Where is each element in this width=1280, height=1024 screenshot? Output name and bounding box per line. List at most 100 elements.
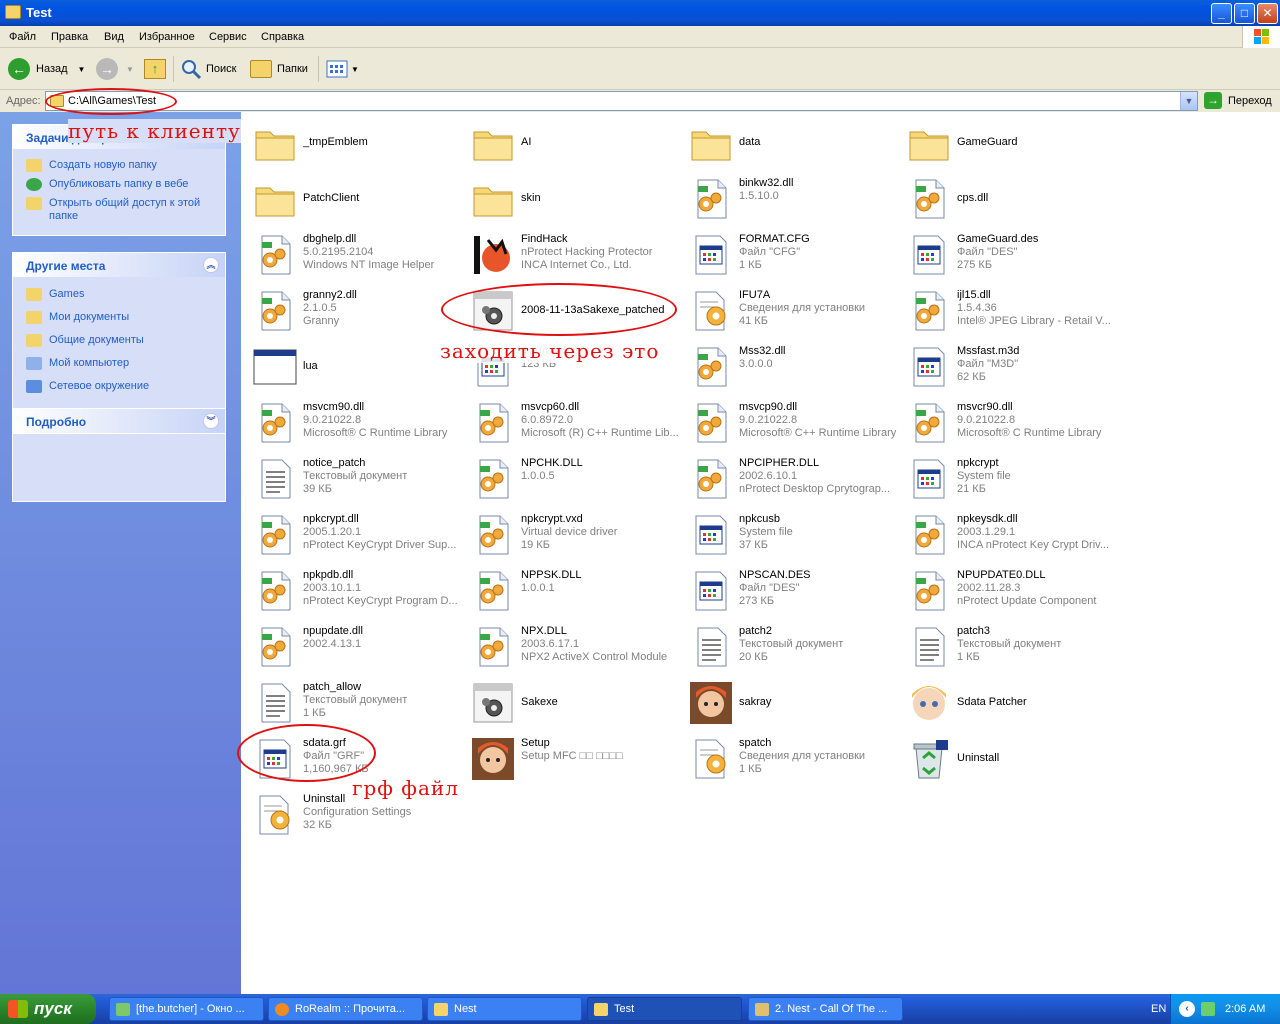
- taskbar-item[interactable]: 2. Nest - Call Of The ...: [748, 997, 903, 1021]
- file-item[interactable]: NPCHK.DLL 1.0.0.5: [464, 452, 682, 504]
- file-item[interactable]: msvcm90.dll 9.0.21022.8 Microsoft® C Runti…: [246, 396, 464, 448]
- file-item[interactable]: npupdate.dll 2002.4.13.1: [246, 620, 464, 672]
- file-item[interactable]: npkeysdk.dll 2003.1.29.1 INCA nProtect Key…: [900, 508, 1118, 560]
- file-item[interactable]: FindHack nProtect Hacking Protector INCA I…: [464, 228, 682, 280]
- menu-edit[interactable]: Правка: [51, 31, 88, 43]
- folders-button[interactable]: Папки: [250, 56, 308, 82]
- menu-view[interactable]: Вид: [104, 31, 124, 43]
- file-item[interactable]: spatch Сведения для установки 1 КБ: [682, 732, 900, 784]
- task-new-folder[interactable]: Создать новую папку: [13, 156, 225, 175]
- views-button[interactable]: ▼: [326, 56, 359, 82]
- taskbar-item[interactable]: Nest: [427, 997, 582, 1021]
- file-item[interactable]: NPSCAN.DES Файл "DES" 273 КБ: [682, 564, 900, 616]
- file-item[interactable]: Setup Setup MFC □□ □□□□: [464, 732, 682, 784]
- file-detail: Virtual device driver: [521, 526, 618, 538]
- file-detail: Microsoft (R) C++ Runtime Lib...: [521, 427, 679, 439]
- file-item[interactable]: patch3 Текстовый документ 1 КБ: [900, 620, 1118, 672]
- file-name: Sdata Patcher: [957, 696, 1027, 708]
- file-item[interactable]: npkpdb.dll 2003.10.1.1 nProtect KeyCrypt P…: [246, 564, 464, 616]
- file-item[interactable]: Mssfast.m3d Файл "M3D" 62 КБ: [900, 340, 1118, 392]
- file-name: NPUPDATE0.DLL: [957, 569, 1046, 581]
- file-item[interactable]: Sdata Patcher: [900, 676, 1118, 728]
- file-item[interactable]: ijl15.dll 1.5.4.36 Intel® JPEG Library - R…: [900, 284, 1118, 336]
- file-item[interactable]: msvcr90.dll 9.0.21022.8 Microsoft® C Runti…: [900, 396, 1118, 448]
- file-item[interactable]: granny2.dll 2.1.0.5 Granny: [246, 284, 464, 336]
- place-my-computer[interactable]: Мой компьютер: [13, 354, 225, 373]
- task-publish-web[interactable]: Опубликовать папку в вебе: [13, 175, 225, 194]
- file-item[interactable]: GameGuard: [900, 116, 1118, 168]
- file-item[interactable]: NPPSK.DLL 1.0.0.1: [464, 564, 682, 616]
- place-network[interactable]: Сетевое окружение: [13, 377, 225, 396]
- file-item[interactable]: msvcp90.dll 9.0.21022.8 Microsoft® C++ Run…: [682, 396, 900, 448]
- title-bar[interactable]: Test _ □ ✕: [0, 0, 1280, 26]
- file-item[interactable]: cps.dll: [900, 172, 1118, 224]
- collapse-icon[interactable]: ︽: [203, 257, 219, 273]
- file-name: PatchClient: [303, 192, 360, 204]
- file-item[interactable]: npkcrypt System file 21 КБ: [900, 452, 1118, 504]
- other-places-title[interactable]: Другие места ︽: [13, 253, 225, 277]
- file-item[interactable]: npkcrypt.vxd Virtual device driver 19 КБ: [464, 508, 682, 560]
- maximize-button[interactable]: □: [1234, 3, 1255, 24]
- file-item[interactable]: FORMAT.CFG Файл "CFG" 1 КБ: [682, 228, 900, 280]
- file-item[interactable]: patch2 Текстовый документ 20 КБ: [682, 620, 900, 672]
- folder-icon: [434, 1002, 448, 1016]
- file-item[interactable]: lua: [246, 340, 464, 392]
- place-my-documents[interactable]: Мои документы: [13, 308, 225, 327]
- file-item[interactable]: Uninstall: [900, 732, 1118, 784]
- task-share-folder[interactable]: Открыть общий доступ к этой папке: [13, 194, 225, 226]
- dll-icon: [906, 288, 952, 334]
- place-shared-documents[interactable]: Общие документы: [13, 331, 225, 350]
- file-item[interactable]: notice_patch Текстовый документ 39 КБ: [246, 452, 464, 504]
- file-item[interactable]: AI: [464, 116, 682, 168]
- file-item[interactable]: Mss32.dll 3.0.0.0: [682, 340, 900, 392]
- go-button[interactable]: → Переход: [1204, 92, 1272, 109]
- taskbar-item-active[interactable]: Test: [587, 997, 742, 1021]
- file-item[interactable]: GameGuard.des Файл "DES" 275 КБ: [900, 228, 1118, 280]
- globe-icon: [26, 178, 42, 191]
- up-folder-button[interactable]: ↑: [144, 56, 166, 82]
- file-item[interactable]: sakray: [682, 676, 900, 728]
- dll-icon: [906, 176, 952, 222]
- dll-icon: [906, 512, 952, 558]
- tray-arrow-icon[interactable]: ‹: [1179, 1001, 1195, 1017]
- menu-favorites[interactable]: Избранное: [139, 31, 195, 43]
- network-status-icon[interactable]: [1201, 1002, 1215, 1016]
- file-item[interactable]: skin: [464, 172, 682, 224]
- taskbar-item[interactable]: [the.butcher] - Окно ...: [109, 997, 264, 1021]
- taskbar-item[interactable]: RoRealm :: Прочита...: [268, 997, 423, 1021]
- task-pane: Задачи для файлов и папок Создать новую …: [0, 112, 241, 994]
- search-button[interactable]: Поиск: [180, 56, 236, 82]
- language-indicator[interactable]: EN: [1151, 1003, 1166, 1015]
- back-button[interactable]: ← Назад ▼: [8, 56, 85, 82]
- menu-help[interactable]: Справка: [261, 31, 304, 43]
- folder-icon: [252, 176, 298, 222]
- details-title[interactable]: Подробно ︾: [13, 409, 225, 433]
- file-item[interactable]: data: [682, 116, 900, 168]
- file-item[interactable]: npkcrypt.dll 2005.1.20.1 nProtect KeyCrypt…: [246, 508, 464, 560]
- file-item[interactable]: IFU7A Сведения для установки 41 КБ: [682, 284, 900, 336]
- file-item[interactable]: patch_allow Текстовый документ 1 КБ: [246, 676, 464, 728]
- menu-file[interactable]: Файл: [9, 31, 36, 43]
- file-name: patch2: [739, 625, 773, 637]
- file-item[interactable]: NPUPDATE0.DLL 2002.11.28.3 nProtect Update…: [900, 564, 1118, 616]
- file-item[interactable]: _tmpEmblem: [246, 116, 464, 168]
- file-item[interactable]: Sakexe: [464, 676, 682, 728]
- file-item[interactable]: NPCIPHER.DLL 2002.6.10.1 nProtect Desktop …: [682, 452, 900, 504]
- place-my-computer-label: Мой компьютер: [49, 357, 130, 369]
- menu-tools[interactable]: Сервис: [209, 31, 247, 43]
- place-games[interactable]: Games: [13, 285, 225, 304]
- file-item[interactable]: NPX.DLL 2003.6.17.1 NPX2 ActiveX Control M…: [464, 620, 682, 672]
- expand-icon[interactable]: ︾: [203, 413, 219, 429]
- forward-button[interactable]: → ▼: [96, 56, 134, 82]
- file-item[interactable]: npkcusb System file 37 КБ: [682, 508, 900, 560]
- close-button[interactable]: ✕: [1257, 3, 1278, 24]
- address-input[interactable]: C:\All\Games\Test ▼: [45, 91, 1198, 111]
- minimize-button[interactable]: _: [1211, 3, 1232, 24]
- address-dropdown-button[interactable]: ▼: [1180, 92, 1197, 110]
- file-item[interactable]: PatchClient: [246, 172, 464, 224]
- other-places-panel: Другие места ︽ Games Мои документы Общие …: [12, 252, 226, 502]
- start-button[interactable]: пуск: [0, 994, 96, 1024]
- file-item[interactable]: binkw32.dll 1.5.10.0: [682, 172, 900, 224]
- file-item[interactable]: dbghelp.dll 5.0.2195.2104 Windows NT Image…: [246, 228, 464, 280]
- file-item[interactable]: msvcp60.dll 6.0.8972.0 Microsoft (R) C++ R…: [464, 396, 682, 448]
